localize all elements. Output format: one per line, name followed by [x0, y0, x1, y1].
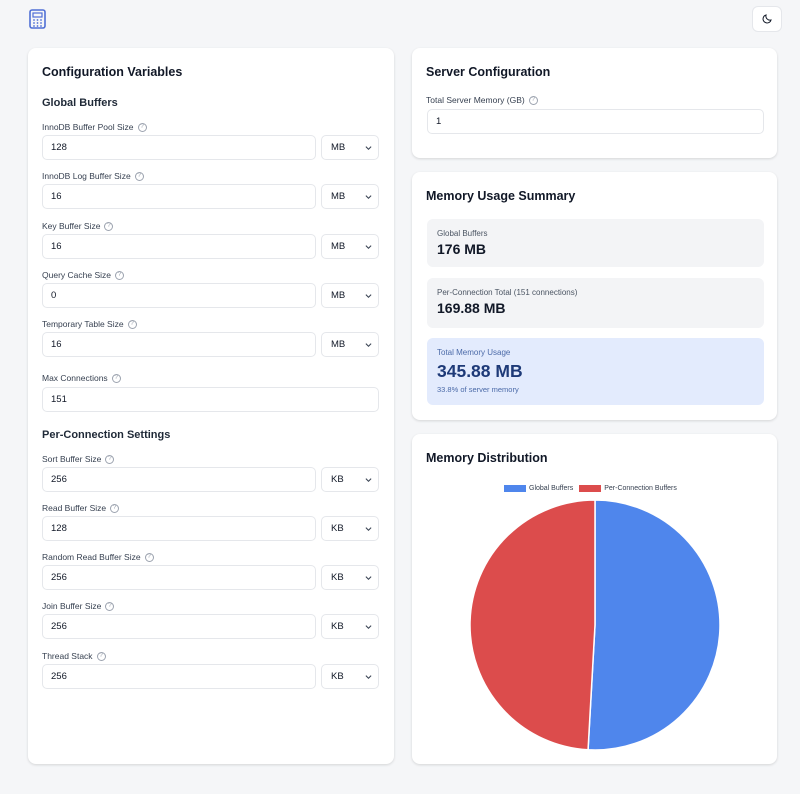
server-memory-percentage: 33.8% of server memory — [437, 385, 519, 394]
join-buffer-unit-select[interactable]: KB — [321, 614, 379, 639]
memory-distribution-card: Memory Distribution Global Buffers Per-C… — [412, 434, 777, 764]
total-memory-summary: Total Memory Usage 345.88 MB 33.8% of se… — [427, 338, 764, 405]
chevron-down-icon — [365, 294, 372, 298]
total-memory-summary-value: 345.88 MB — [437, 361, 523, 381]
calculator-icon — [29, 9, 46, 29]
key-buffer-label: Key Buffer Size? — [42, 221, 114, 231]
per-connection-summary: Per-Connection Total (151 connections) 1… — [427, 278, 764, 328]
read-buffer-unit-select[interactable]: KB — [321, 516, 379, 541]
configuration-title: Configuration Variables — [42, 65, 183, 79]
chevron-down-icon — [365, 576, 372, 580]
sort-buffer-input[interactable]: 256 — [42, 467, 316, 492]
help-icon[interactable]: ? — [105, 601, 115, 611]
legend-item-per-connection[interactable]: Per-Connection Buffers — [579, 485, 677, 492]
chevron-down-icon — [365, 195, 372, 199]
memory-usage-summary-card: Memory Usage Summary Global Buffers 176 … — [412, 172, 777, 420]
chevron-down-icon — [365, 146, 372, 150]
sort-buffer-unit-select[interactable]: KB — [321, 467, 379, 492]
server-configuration-title: Server Configuration — [426, 65, 551, 79]
help-icon[interactable]: ? — [114, 270, 124, 280]
max-connections-input[interactable]: 151 — [42, 387, 379, 412]
global-buffers-summary: Global Buffers 176 MB — [427, 219, 764, 267]
random-read-buffer-label: Random Read Buffer Size? — [42, 552, 154, 562]
innodb-log-buffer-label: InnoDB Log Buffer Size? — [42, 171, 144, 181]
max-connections-label: Max Connections? — [42, 373, 121, 383]
join-buffer-label: Join Buffer Size? — [42, 601, 115, 611]
help-icon[interactable]: ? — [104, 221, 114, 231]
query-cache-label: Query Cache Size? — [42, 270, 124, 280]
server-configuration-card: Server Configuration Total Server Memory… — [412, 48, 777, 158]
chevron-down-icon — [365, 625, 372, 629]
thread-stack-label: Thread Stack? — [42, 651, 106, 661]
help-icon[interactable]: ? — [105, 454, 115, 464]
global-buffers-summary-label: Global Buffers — [437, 229, 488, 238]
help-icon[interactable]: ? — [528, 95, 538, 105]
temp-table-label: Temporary Table Size? — [42, 319, 137, 329]
read-buffer-input[interactable]: 128 — [42, 516, 316, 541]
innodb-buffer-pool-input[interactable]: 128 — [42, 135, 316, 160]
global-buffers-heading: Global Buffers — [42, 97, 118, 109]
sort-buffer-label: Sort Buffer Size? — [42, 454, 115, 464]
legend-swatch-global — [504, 485, 526, 492]
chevron-down-icon — [365, 675, 372, 679]
chevron-down-icon — [365, 527, 372, 531]
per-connection-summary-label: Per-Connection Total (151 connections) — [437, 288, 578, 297]
thread-stack-input[interactable]: 256 — [42, 664, 316, 689]
random-read-buffer-input[interactable]: 256 — [42, 565, 316, 590]
join-buffer-input[interactable]: 256 — [42, 614, 316, 639]
top-bar — [0, 0, 800, 40]
memory-usage-summary-title: Memory Usage Summary — [426, 189, 576, 203]
legend-label-per-connection: Per-Connection Buffers — [604, 485, 677, 492]
per-connection-summary-value: 169.88 MB — [437, 300, 506, 316]
pie-slice-global-buffers[interactable] — [587, 499, 721, 751]
innodb-log-buffer-unit-select[interactable]: MB — [321, 184, 379, 209]
help-icon[interactable]: ? — [96, 651, 106, 661]
help-icon[interactable]: ? — [127, 319, 137, 329]
total-memory-summary-label: Total Memory Usage — [437, 348, 511, 357]
temp-table-input[interactable]: 16 — [42, 332, 316, 357]
chevron-down-icon — [365, 478, 372, 482]
query-cache-input[interactable]: 0 — [42, 283, 316, 308]
per-connection-heading: Per-Connection Settings — [42, 429, 171, 441]
legend-swatch-per-connection — [579, 485, 602, 492]
thread-stack-unit-select[interactable]: KB — [321, 664, 379, 689]
key-buffer-input[interactable]: 16 — [42, 234, 316, 259]
help-icon[interactable]: ? — [144, 552, 154, 562]
moon-icon — [762, 12, 773, 27]
query-cache-unit-select[interactable]: MB — [321, 283, 379, 308]
read-buffer-label: Read Buffer Size? — [42, 503, 120, 513]
pie-slice-per-connection-buffers[interactable] — [469, 499, 596, 751]
help-icon[interactable]: ? — [111, 373, 121, 383]
memory-distribution-pie-chart — [469, 499, 721, 751]
global-buffers-summary-value: 176 MB — [437, 241, 487, 257]
total-server-memory-label: Total Server Memory (GB)? — [426, 95, 538, 105]
help-icon[interactable]: ? — [134, 171, 144, 181]
theme-toggle-button[interactable] — [752, 6, 782, 32]
total-server-memory-input[interactable]: 1 — [427, 109, 764, 134]
chevron-down-icon — [365, 343, 372, 347]
temp-table-unit-select[interactable]: MB — [321, 332, 379, 357]
help-icon[interactable]: ? — [137, 122, 147, 132]
help-icon[interactable]: ? — [110, 503, 120, 513]
random-read-buffer-unit-select[interactable]: KB — [321, 565, 379, 590]
chevron-down-icon — [365, 245, 372, 249]
configuration-card: Configuration Variables Global Buffers I… — [28, 48, 394, 764]
chart-legend: Global Buffers Per-Connection Buffers — [504, 485, 677, 492]
legend-label-global: Global Buffers — [529, 485, 574, 492]
innodb-log-buffer-input[interactable]: 16 — [42, 184, 316, 209]
key-buffer-unit-select[interactable]: MB — [321, 234, 379, 259]
legend-item-global[interactable]: Global Buffers — [504, 485, 573, 492]
innodb-buffer-pool-unit-select[interactable]: MB — [321, 135, 379, 160]
memory-distribution-title: Memory Distribution — [426, 451, 548, 465]
innodb-buffer-pool-label: InnoDB Buffer Pool Size? — [42, 122, 147, 132]
